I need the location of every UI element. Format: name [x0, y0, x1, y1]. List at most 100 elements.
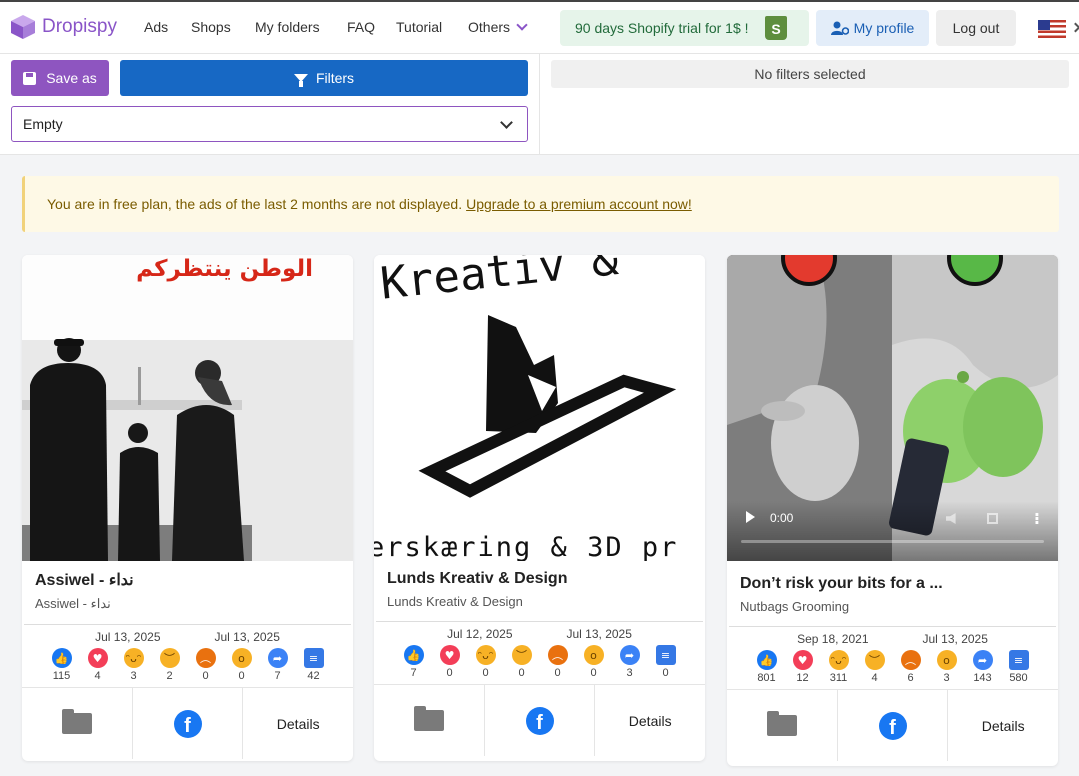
start-date: Jul 13, 2025	[95, 630, 161, 644]
top-navbar: Dropispy Ads Shops My folders FAQ Tutori…	[0, 0, 1079, 54]
share-count: 7	[274, 670, 281, 682]
brand-name: Dropispy	[42, 16, 117, 37]
upgrade-link[interactable]: Upgrade to a premium account now!	[466, 196, 692, 212]
sad-count: 2	[166, 670, 173, 682]
ad-video[interactable]: 0:00 · · ·	[727, 255, 1058, 561]
card-dates: Sep 18, 2021 Jul 13, 2025	[729, 626, 1056, 646]
like-count: 801	[757, 672, 776, 684]
start-date: Jul 12, 2025	[447, 627, 513, 641]
sad-icon: ︶	[159, 648, 180, 668]
brand-logo[interactable]: Dropispy	[10, 14, 117, 40]
nav-my-folders[interactable]: My folders	[255, 19, 320, 35]
wow-icon: o	[231, 648, 252, 668]
sad-icon: ︶	[864, 650, 885, 670]
like-count: 115	[52, 670, 71, 682]
reaction-sad: ︶ 2	[154, 648, 186, 682]
chevron-down-icon	[516, 19, 528, 31]
video-controls	[727, 501, 1058, 561]
reaction-angry: ︵ 0	[190, 648, 222, 682]
wow-count: 0	[238, 670, 245, 682]
ad-card: 0:00 · · · Don’t risk your bits for a ... …	[727, 255, 1058, 766]
shopify-bag-icon: S	[765, 16, 787, 40]
nav-ads[interactable]: Ads	[144, 19, 168, 35]
like-icon: 👍	[403, 645, 424, 665]
facebook-icon: f	[525, 706, 554, 735]
logout-button[interactable]: Log out	[936, 10, 1016, 46]
nav-others[interactable]: Others	[468, 19, 528, 35]
card-page-name[interactable]: Lunds Kreativ & Design	[374, 588, 705, 609]
ad-image[interactable]: الوطن ينتظركم	[22, 255, 353, 561]
filter-divider	[539, 54, 540, 154]
card-title[interactable]: Don’t risk your bits for a ...	[727, 561, 1058, 593]
wow-icon: o	[583, 645, 604, 665]
nav-shops[interactable]: Shops	[191, 19, 231, 35]
language-chevron-icon[interactable]	[1070, 22, 1079, 33]
love-count: 0	[446, 667, 453, 679]
nav-faq[interactable]: FAQ	[347, 19, 375, 35]
haha-count: 311	[829, 672, 848, 684]
reaction-sad: ︶ 0	[506, 645, 538, 679]
share-icon: ➦	[972, 650, 993, 670]
shopify-trial-button[interactable]: 90 days Shopify trial for 1$ ! S	[560, 10, 809, 46]
fullscreen-icon[interactable]	[987, 513, 998, 524]
ad-photo	[22, 255, 353, 561]
save-as-label: Save as	[46, 70, 97, 86]
facebook-link-button[interactable]: f	[485, 685, 596, 756]
share-icon: ➦	[267, 648, 288, 668]
haha-count: 3	[130, 670, 137, 682]
facebook-link-button[interactable]: f	[838, 690, 949, 761]
like-count: 7	[410, 667, 417, 679]
like-icon: 👍	[51, 648, 72, 668]
flag-canton	[1038, 20, 1050, 30]
add-to-folder-button[interactable]	[374, 685, 485, 756]
saved-filter-select[interactable]: Empty	[11, 106, 528, 142]
logo-graphic	[418, 315, 677, 498]
saved-filter-value: Empty	[23, 116, 63, 132]
filters-button[interactable]: Filters	[120, 60, 528, 96]
reaction-stats: 👍 115 ♥ 4 ᵔᴗᵔ 3 ︶ 2 ︵ 0 o0 ➦ 7 ≡ 42	[22, 644, 353, 682]
more-options-icon[interactable]: · · ·	[1034, 507, 1040, 531]
reaction-comment: ≡ 0	[650, 645, 682, 679]
share-count: 3	[626, 667, 633, 679]
add-to-folder-button[interactable]	[22, 688, 133, 759]
reaction-love: ♥ 0	[434, 645, 466, 679]
end-date: Jul 13, 2025	[566, 627, 632, 641]
nav-tutorial[interactable]: Tutorial	[396, 19, 442, 35]
details-button[interactable]: Details	[243, 688, 353, 759]
ad-headline-text: الوطن ينتظركم	[136, 256, 313, 282]
add-to-folder-button[interactable]	[727, 690, 838, 761]
haha-icon: ᵔᴗᵔ	[828, 650, 849, 670]
love-count: 4	[94, 670, 101, 682]
play-icon[interactable]	[746, 511, 755, 523]
reaction-haha: ᵔᴗᵔ 311	[823, 650, 855, 684]
facebook-link-button[interactable]: f	[133, 688, 244, 759]
card-title[interactable]: Assiwel - نداء	[22, 561, 353, 590]
cube-logo-icon	[11, 15, 35, 39]
love-icon: ♥	[87, 648, 108, 668]
facebook-icon: f	[878, 711, 907, 740]
save-as-button[interactable]: Save as	[11, 60, 109, 96]
ad-card: Kreativ & erskæring & 3D pr Lunds Kreati…	[374, 255, 705, 761]
folder-icon	[413, 706, 444, 731]
details-button[interactable]: Details	[595, 685, 705, 756]
comment-icon: ≡	[1008, 650, 1029, 670]
love-count: 12	[796, 672, 809, 684]
sad-count: 0	[518, 667, 525, 679]
video-progress-track[interactable]	[741, 540, 1044, 543]
ad-image[interactable]: Kreativ & erskæring & 3D pr	[374, 255, 705, 561]
my-profile-button[interactable]: My profile	[816, 10, 929, 46]
floppy-disk-icon	[23, 71, 37, 85]
wow-icon: o	[936, 650, 957, 670]
reaction-love: ♥ 4	[82, 648, 114, 682]
us-flag-icon[interactable]	[1038, 20, 1066, 38]
alert-text: You are in free plan, the ads of the las…	[47, 196, 463, 212]
angry-count: 0	[202, 670, 209, 682]
comment-icon: ≡	[303, 648, 324, 668]
card-title[interactable]: Lunds Kreativ & Design	[374, 561, 705, 588]
card-actions: f Details	[22, 687, 353, 759]
card-page-name[interactable]: Nutbags Grooming	[727, 593, 1058, 614]
card-page-name[interactable]: Assiwel - نداء	[22, 590, 353, 612]
details-button[interactable]: Details	[948, 690, 1058, 761]
filters-label: Filters	[315, 70, 355, 86]
reaction-stats: 👍 801 ♥ 12 ᵔᴗᵔ 311 ︶ 4 ︵ 6 o3 ➦ 143 ≡ 580	[727, 646, 1058, 684]
